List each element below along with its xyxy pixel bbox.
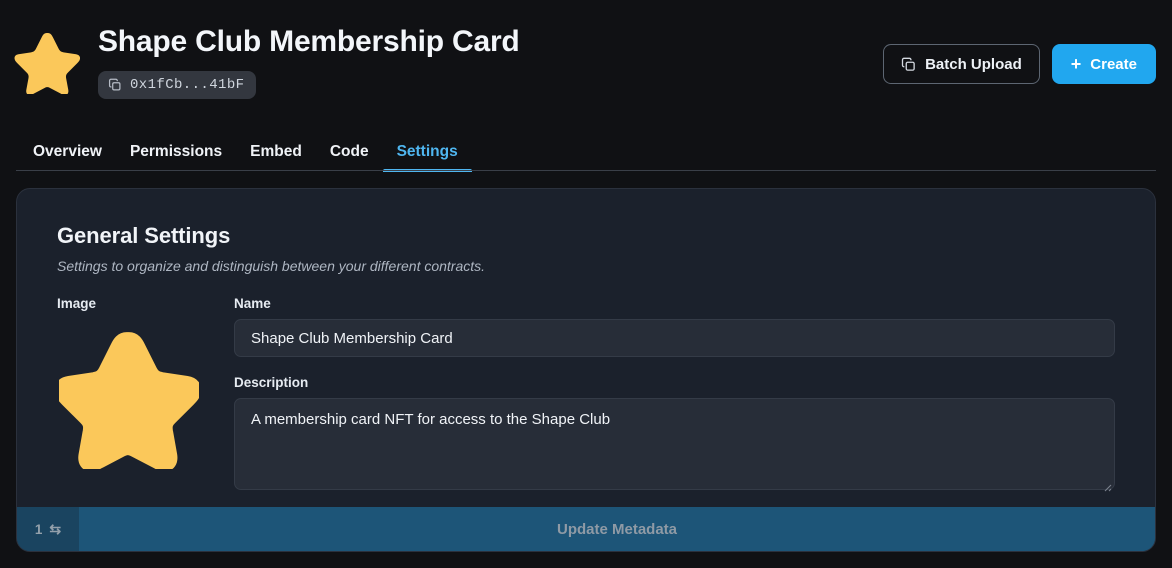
tab-embed-label: Embed — [250, 143, 302, 160]
header-actions: Batch Upload + Create — [883, 44, 1156, 84]
network-fee-toggle[interactable]: 1 ⇆ — [17, 507, 79, 551]
name-input[interactable] — [234, 319, 1115, 357]
general-settings-card: General Settings Settings to organize an… — [16, 188, 1156, 552]
general-settings-body: General Settings Settings to organize an… — [17, 189, 1155, 495]
update-metadata-label: Update Metadata — [556, 520, 678, 538]
fields-column: Name Description — [234, 296, 1115, 495]
tab-embed[interactable]: Embed — [236, 143, 316, 172]
section-subtitle: Settings to organize and distinguish bet… — [57, 258, 486, 274]
star-icon — [54, 332, 202, 472]
tab-divider — [16, 170, 1156, 171]
star-icon — [14, 32, 80, 94]
tab-settings-label: Settings — [396, 143, 458, 160]
batch-upload-button[interactable]: Batch Upload — [883, 44, 1040, 84]
tab-settings[interactable]: Settings — [382, 143, 472, 172]
swap-arrows-icon: ⇆ — [49, 521, 62, 537]
contract-address-text: 0x1fCb...41bF — [130, 77, 245, 93]
page-title: Shape Club Membership Card — [98, 25, 520, 58]
image-label: Image — [57, 296, 97, 311]
stack-icon — [901, 57, 915, 71]
tab-code-label: Code — [329, 143, 369, 160]
tab-code[interactable]: Code — [316, 143, 383, 172]
create-button[interactable]: + Create — [1051, 44, 1156, 84]
description-field-block: Description — [234, 375, 1115, 495]
tab-permissions[interactable]: Permissions — [116, 143, 236, 172]
tab-overview-label: Overview — [33, 143, 102, 160]
header-text-block: Shape Club Membership Card 0x1fCb...41bF — [98, 22, 520, 99]
tab-overview[interactable]: Overview — [16, 143, 116, 172]
tab-permissions-label: Permissions — [129, 143, 223, 160]
image-column: Image — [54, 296, 234, 495]
fee-count: 1 — [34, 521, 43, 537]
batch-upload-label: Batch Upload — [925, 55, 1022, 73]
contract-image-upload[interactable] — [54, 329, 202, 472]
create-label: Create — [1090, 55, 1137, 73]
contract-settings-page: Shape Club Membership Card 0x1fCb...41bF… — [0, 0, 1172, 568]
name-field-block: Name — [234, 296, 1115, 357]
copy-icon — [108, 78, 121, 91]
section-title: General Settings — [57, 223, 231, 248]
contract-address-badge[interactable]: 0x1fCb...41bF — [98, 71, 257, 99]
tab-bar: Overview Permissions Embed Code Settings — [0, 130, 1172, 172]
page-header: Shape Club Membership Card 0x1fCb...41bF… — [0, 0, 1172, 130]
plus-icon: + — [1070, 53, 1082, 74]
description-textarea[interactable] — [234, 398, 1115, 490]
settings-form: Image Name Description — [54, 296, 1115, 495]
name-label: Name — [234, 296, 271, 311]
header-identity: Shape Club Membership Card 0x1fCb...41bF — [14, 22, 520, 99]
card-footer-bar: 1 ⇆ Update Metadata — [17, 507, 1155, 551]
description-label: Description — [234, 375, 309, 390]
update-metadata-button[interactable]: Update Metadata — [79, 507, 1155, 551]
